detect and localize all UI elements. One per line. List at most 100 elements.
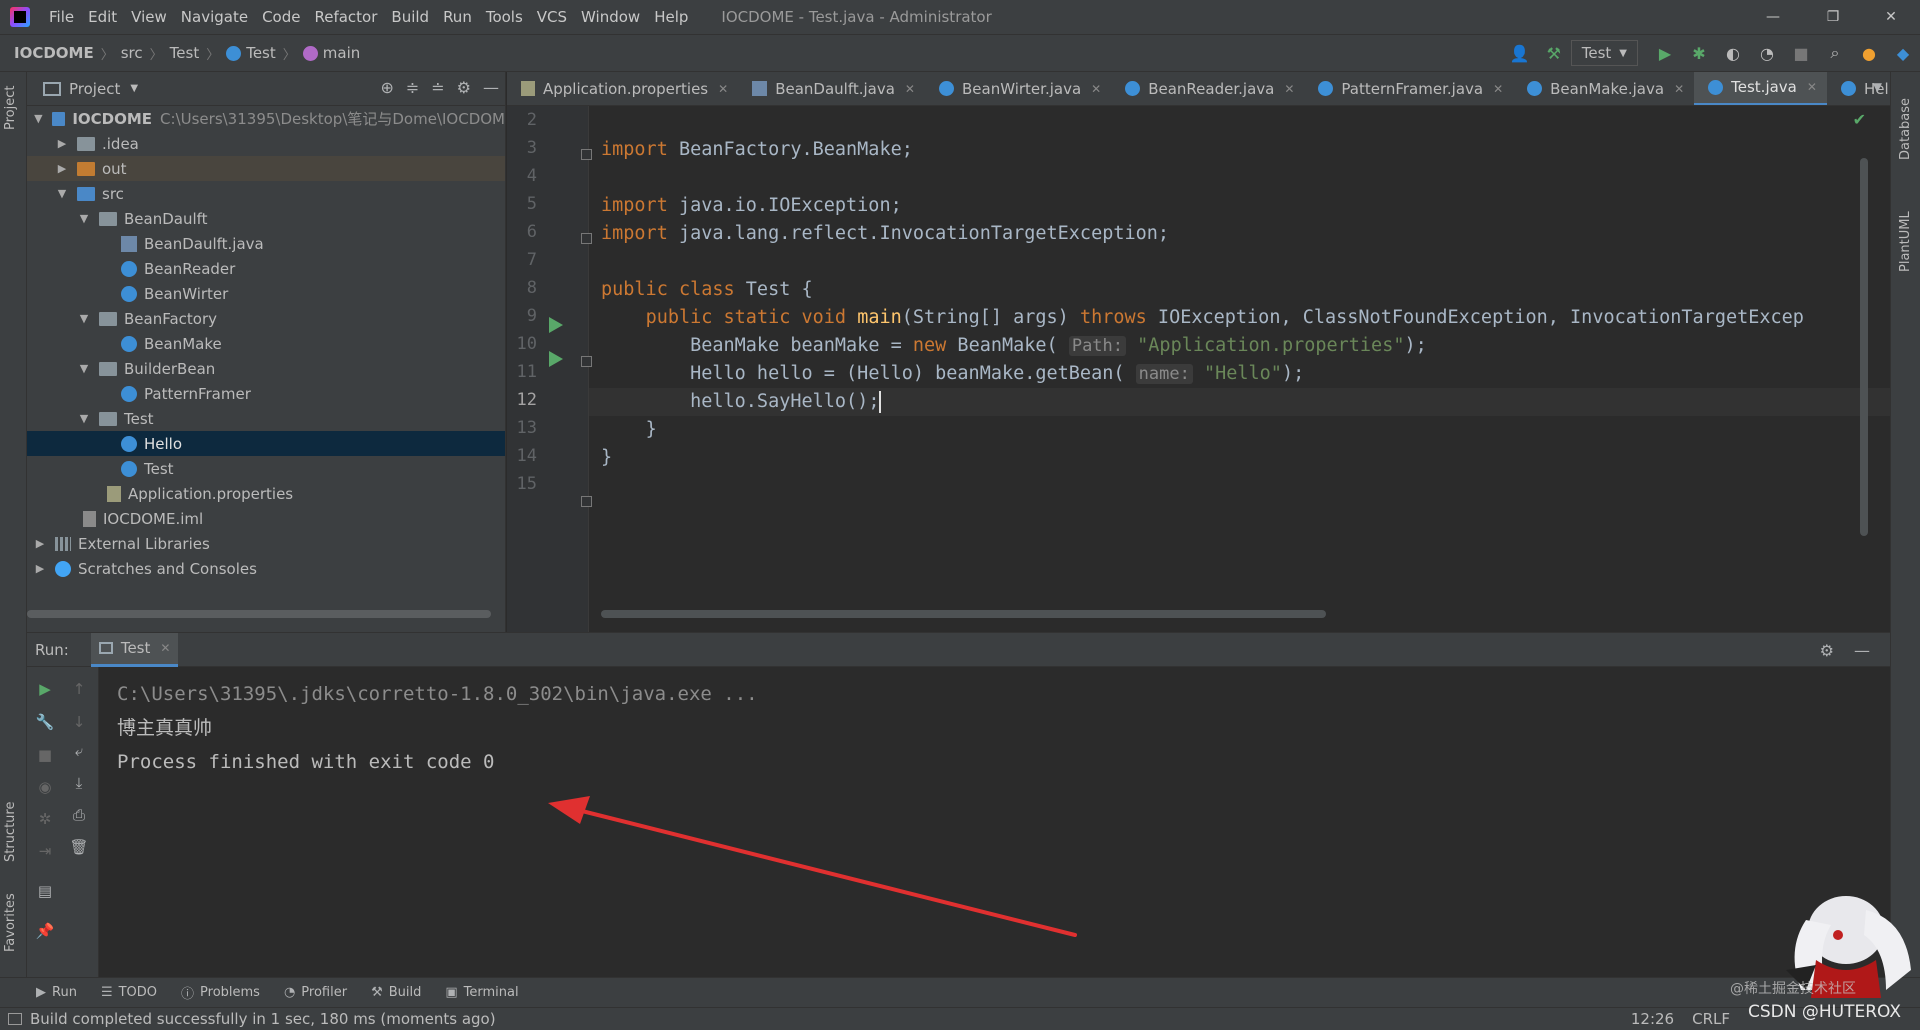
status-message[interactable]: Build completed successfully in 1 sec, 1… bbox=[30, 1010, 496, 1028]
gear-icon[interactable]: ⚙ bbox=[1820, 641, 1834, 660]
tab-patternframer-java[interactable]: PatternFramer.java ✕ bbox=[1304, 72, 1513, 105]
menu-file[interactable]: File bbox=[42, 8, 81, 26]
todo-tool-button[interactable]: ☰ TODO bbox=[101, 985, 157, 1000]
close-icon[interactable]: ✕ bbox=[905, 82, 915, 96]
line-separator[interactable]: CRLF bbox=[1692, 1010, 1730, 1028]
editor-vertical-scrollbar[interactable] bbox=[1860, 158, 1868, 536]
tree-item-out[interactable]: ▶ out bbox=[27, 156, 505, 181]
close-icon[interactable]: ✕ bbox=[1674, 82, 1684, 96]
pin-icon[interactable]: 📌 bbox=[33, 919, 57, 943]
project-tool-button[interactable]: Project bbox=[3, 86, 18, 130]
console-output[interactable]: C:\Users\31395\.jdks\corretto-1.8.0_302\… bbox=[117, 677, 758, 779]
tree-item-src[interactable]: ▼ src bbox=[27, 181, 505, 206]
tree-item-iml[interactable]: IOCDOME.iml bbox=[27, 506, 505, 531]
chevron-down-icon[interactable]: ▼ bbox=[77, 362, 91, 375]
menu-window[interactable]: Window bbox=[574, 8, 647, 26]
close-icon[interactable]: ✕ bbox=[1091, 82, 1101, 96]
down-arrow-icon[interactable]: ↓ bbox=[67, 710, 91, 734]
camera-icon[interactable]: ◉ bbox=[33, 775, 57, 799]
breadcrumb-class[interactable]: Test bbox=[226, 44, 276, 62]
menu-build[interactable]: Build bbox=[384, 8, 436, 26]
tree-item-application-properties[interactable]: Application.properties bbox=[27, 481, 505, 506]
chevron-down-icon[interactable]: ▼ bbox=[130, 83, 138, 94]
profile-icon[interactable]: ◔ bbox=[1753, 39, 1781, 67]
tree-item-test-package[interactable]: ▼ Test bbox=[27, 406, 505, 431]
minimize-button[interactable]: — bbox=[1744, 0, 1802, 34]
tab-test-java[interactable]: Test.java ✕ bbox=[1694, 72, 1827, 105]
stop-icon[interactable]: ■ bbox=[33, 743, 57, 767]
fold-icon[interactable] bbox=[581, 149, 592, 160]
coverage-icon[interactable]: ◐ bbox=[1719, 39, 1747, 67]
build-hammer-icon[interactable]: ⚒ bbox=[1540, 39, 1568, 67]
database-tool-button[interactable]: Database bbox=[1898, 98, 1913, 160]
hide-icon[interactable]: — bbox=[483, 78, 499, 97]
bug-icon[interactable]: ✲ bbox=[33, 807, 57, 831]
trash-icon[interactable]: 🗑 bbox=[67, 835, 91, 859]
chevron-right-icon[interactable]: ▶ bbox=[33, 562, 47, 575]
menu-vcs[interactable]: VCS bbox=[530, 8, 574, 26]
tab-application-properties[interactable]: Application.properties ✕ bbox=[507, 72, 738, 105]
gear-icon[interactable]: ⚙ bbox=[457, 78, 471, 97]
restore-button[interactable]: ❐ bbox=[1804, 0, 1862, 34]
breadcrumb-method[interactable]: main bbox=[302, 44, 360, 62]
chevron-down-icon[interactable]: ▼ bbox=[33, 112, 44, 125]
run-tool-button[interactable]: ▶ Run bbox=[36, 985, 77, 1000]
tree-item-builderbean-package[interactable]: ▼ BuilderBean bbox=[27, 356, 505, 381]
menu-navigate[interactable]: Navigate bbox=[174, 8, 255, 26]
run-configuration-select[interactable]: Test ▼ bbox=[1570, 40, 1638, 66]
toolbox-icon[interactable]: ◆ bbox=[1889, 39, 1917, 67]
chevron-down-icon[interactable]: ▼ bbox=[77, 412, 91, 425]
tree-item-beanwirter[interactable]: BeanWirter bbox=[27, 281, 505, 306]
close-icon[interactable]: ✕ bbox=[1284, 82, 1294, 96]
favorites-tool-button[interactable]: Favorites bbox=[3, 893, 18, 952]
chevron-right-icon[interactable]: ▶ bbox=[55, 162, 69, 175]
run-icon[interactable]: ▶ bbox=[1651, 39, 1679, 67]
debug-icon[interactable]: ✱ bbox=[1685, 39, 1713, 67]
exit-icon[interactable]: ⇥ bbox=[33, 839, 57, 863]
run-gutter-icon[interactable] bbox=[549, 351, 563, 367]
breadcrumb-project[interactable]: IOCDOME bbox=[14, 44, 94, 62]
tree-item-beanfactory-package[interactable]: ▼ BeanFactory bbox=[27, 306, 505, 331]
fold-icon[interactable] bbox=[581, 356, 592, 367]
collapse-all-icon[interactable]: ≐ bbox=[431, 78, 444, 97]
chevron-down-icon[interactable]: ▼ bbox=[77, 212, 91, 225]
tree-item-beandaulft-package[interactable]: ▼ BeanDaulft bbox=[27, 206, 505, 231]
expand-all-icon[interactable]: ≑ bbox=[406, 78, 419, 97]
tree-item-external-libraries[interactable]: ▶ External Libraries bbox=[27, 531, 505, 556]
structure-tool-button[interactable]: Structure bbox=[3, 802, 18, 862]
hide-icon[interactable]: — bbox=[1854, 641, 1870, 660]
close-icon[interactable]: ✕ bbox=[1807, 80, 1817, 94]
project-horizontal-scrollbar[interactable] bbox=[27, 610, 491, 618]
update-icon[interactable]: ● bbox=[1855, 39, 1883, 67]
project-panel-title[interactable]: Project bbox=[69, 80, 120, 98]
tree-item-beanmake[interactable]: BeanMake bbox=[27, 331, 505, 356]
chevron-down-icon[interactable]: ▼ bbox=[1873, 80, 1882, 94]
menu-tools[interactable]: Tools bbox=[479, 8, 530, 26]
up-arrow-icon[interactable]: ↑ bbox=[67, 677, 91, 701]
user-icon[interactable]: 👤 bbox=[1506, 39, 1534, 67]
tree-item-hello[interactable]: Hello bbox=[27, 431, 505, 456]
chevron-down-icon[interactable]: ▼ bbox=[77, 312, 91, 325]
search-icon[interactable]: ⌕ bbox=[1821, 39, 1849, 67]
stop-icon[interactable]: ■ bbox=[1787, 39, 1815, 67]
tree-item-patternframer[interactable]: PatternFramer bbox=[27, 381, 505, 406]
layout-icon[interactable]: ▤ bbox=[33, 879, 57, 903]
breadcrumb-package[interactable]: Test bbox=[170, 44, 200, 62]
tree-item-idea[interactable]: ▶ .idea bbox=[27, 131, 505, 156]
tree-item-scratches[interactable]: ▶ Scratches and Consoles bbox=[27, 556, 505, 581]
fold-icon[interactable] bbox=[581, 496, 592, 507]
tree-item-beandaulft-java[interactable]: BeanDaulft.java bbox=[27, 231, 505, 256]
rerun-icon[interactable]: ▶ bbox=[33, 677, 57, 701]
tab-beanreader-java[interactable]: BeanReader.java ✕ bbox=[1111, 72, 1304, 105]
soft-wrap-icon[interactable]: ⤶ bbox=[67, 739, 91, 763]
chevron-down-icon[interactable]: ▼ bbox=[55, 187, 69, 200]
close-icon[interactable]: ✕ bbox=[718, 82, 728, 96]
run-tab-test[interactable]: Test ✕ bbox=[90, 632, 179, 667]
editor-horizontal-scrollbar[interactable] bbox=[601, 610, 1326, 618]
chevron-right-icon[interactable]: ▶ bbox=[33, 537, 47, 550]
inspection-ok-icon[interactable]: ✔ bbox=[1853, 110, 1866, 129]
toggle-tool-windows-icon[interactable] bbox=[8, 1013, 22, 1025]
code-editor[interactable]: 2 3 4 5 6 7 8 9 10 11 12 13 14 15 import… bbox=[507, 106, 1890, 632]
breadcrumb-src[interactable]: src bbox=[121, 44, 143, 62]
menu-edit[interactable]: Edit bbox=[81, 8, 124, 26]
